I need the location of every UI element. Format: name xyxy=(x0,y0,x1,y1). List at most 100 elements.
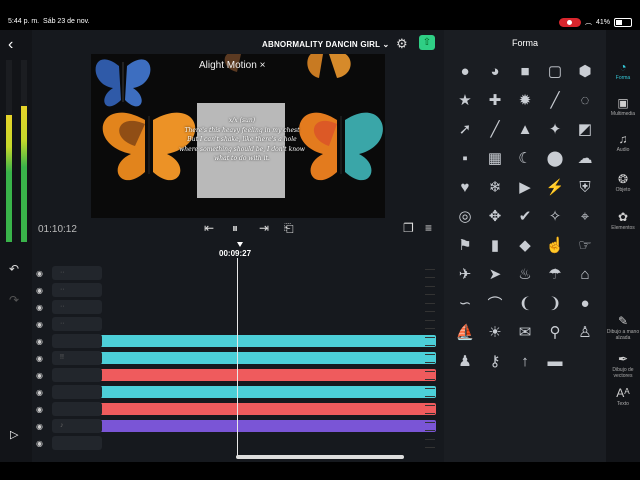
umbrella-icon[interactable]: ☂ xyxy=(545,264,565,284)
shield-icon[interactable]: ⛨ xyxy=(575,177,595,197)
layer-thumbnail[interactable]: ·· xyxy=(52,317,102,331)
layer-thumbnail[interactable] xyxy=(52,368,102,382)
nav-item[interactable]: ◔ Forma xyxy=(606,60,640,81)
snowflake-icon[interactable]: ❄ xyxy=(485,177,505,197)
bomb-icon[interactable]: ● xyxy=(575,293,595,313)
drag-handle-icon[interactable] xyxy=(425,371,435,380)
nav-item[interactable]: ❂ Objeto xyxy=(606,172,640,193)
square-burst-icon[interactable]: ✦ xyxy=(545,119,565,139)
star-icon[interactable]: ★ xyxy=(455,90,475,110)
stamp-icon[interactable]: ▦ xyxy=(485,148,505,168)
eye-icon[interactable]: ◉ xyxy=(36,439,43,448)
layer-thumbnail[interactable] xyxy=(52,402,102,416)
eye-icon[interactable]: ◉ xyxy=(36,303,43,312)
circle-icon[interactable]: ● xyxy=(455,61,475,81)
pie-icon[interactable]: ◕ xyxy=(485,61,505,81)
fire-icon[interactable]: ♨ xyxy=(515,264,535,284)
key-icon[interactable]: ⚷ xyxy=(485,351,505,371)
drag-handle-icon[interactable] xyxy=(425,405,435,414)
playhead-marker[interactable] xyxy=(237,242,243,247)
skip-start-icon[interactable]: ⇤ xyxy=(204,221,214,235)
export-button[interactable]: ⇧ xyxy=(419,35,435,50)
sailboat-icon[interactable]: ⛵ xyxy=(455,322,475,342)
heart-icon[interactable]: ♥ xyxy=(455,177,475,197)
undo-icon[interactable]: ↶ xyxy=(9,262,19,276)
redo-icon[interactable]: ↷ xyxy=(9,293,19,307)
eye-icon[interactable]: ◉ xyxy=(36,269,43,278)
magnifier-icon[interactable]: ⚲ xyxy=(545,322,565,342)
eye-icon[interactable]: ◉ xyxy=(36,337,43,346)
pin-icon[interactable]: ⌖ xyxy=(575,206,595,226)
nav-item[interactable]: ✒ Dibujo de vectores xyxy=(606,352,640,379)
laurel-right-icon[interactable]: ❩ xyxy=(545,293,565,313)
layer-thumbnail[interactable]: ♪ xyxy=(52,419,102,433)
diamond-icon[interactable]: ◆ xyxy=(515,235,535,255)
skip-end-icon[interactable]: ⇥ xyxy=(259,221,269,235)
cloud-icon[interactable]: ☁ xyxy=(575,148,595,168)
airplane-icon[interactable]: ✈ xyxy=(455,264,475,284)
layer-thumbnail[interactable]: !! xyxy=(52,351,102,365)
thumbs-up-icon[interactable]: ☝ xyxy=(545,235,565,255)
pause-icon[interactable]: ⏸ xyxy=(232,221,238,236)
nav-item[interactable]: ✿ Elementos xyxy=(606,210,640,231)
layer-clip[interactable] xyxy=(70,403,436,415)
person-icon[interactable]: ♙ xyxy=(575,322,595,342)
rocket-icon[interactable]: ↑ xyxy=(515,351,535,371)
triangle-cone-icon[interactable]: ▲ xyxy=(515,119,535,139)
layer-clip[interactable] xyxy=(70,420,436,432)
eye-icon[interactable]: ◉ xyxy=(36,354,43,363)
eye-icon[interactable]: ◉ xyxy=(36,320,43,329)
pencil-line-icon[interactable]: ╱ xyxy=(485,119,505,139)
flag-icon[interactable]: ⚑ xyxy=(455,235,475,255)
copy-icon[interactable]: ❐ xyxy=(403,221,414,235)
drag-handle-icon[interactable] xyxy=(425,269,435,278)
gear-icon[interactable]: ⚙ xyxy=(396,36,408,52)
arc-icon[interactable]: ◌ xyxy=(575,90,595,110)
laurel-left-icon[interactable]: ❨ xyxy=(515,293,535,313)
line-icon[interactable]: ╱ xyxy=(545,90,565,110)
drag-handle-icon[interactable] xyxy=(425,303,435,312)
eye-icon[interactable]: ◉ xyxy=(36,371,43,380)
eye-icon[interactable]: ◉ xyxy=(36,422,43,431)
play-icon[interactable]: ▶ xyxy=(515,177,535,197)
layer-thumbnail[interactable]: ·· xyxy=(52,283,102,297)
drag-handle-icon[interactable] xyxy=(425,422,435,431)
layer-thumbnail[interactable] xyxy=(52,334,102,348)
paper-plane-icon[interactable]: ➤ xyxy=(485,264,505,284)
bookmark-icon[interactable]: ⎗ xyxy=(284,221,294,236)
bookmark-icon[interactable]: ▮ xyxy=(485,235,505,255)
car-icon[interactable]: ▬ xyxy=(545,351,565,371)
back-chevron-icon[interactable]: ‹ xyxy=(8,36,13,54)
pointing-hand-icon[interactable]: ☞ xyxy=(575,235,595,255)
nav-item[interactable]: ▣ Multimedia xyxy=(606,96,640,117)
arrow-diagonal-icon[interactable]: ➚ xyxy=(455,119,475,139)
speech-bubble-icon[interactable]: ▪ xyxy=(455,148,475,168)
drag-handle-icon[interactable] xyxy=(425,354,435,363)
drag-handle-icon[interactable] xyxy=(425,388,435,397)
layer-thumbnail[interactable]: ·· xyxy=(52,266,102,280)
puzzle-icon[interactable]: ✥ xyxy=(485,206,505,226)
layer-thumbnail[interactable]: ·· xyxy=(52,300,102,314)
drop-icon[interactable]: ⬤ xyxy=(545,148,565,168)
layer-clip[interactable] xyxy=(70,386,436,398)
rounded-square-icon[interactable]: ▢ xyxy=(545,61,565,81)
menu-lines-icon[interactable]: ≡ xyxy=(425,221,432,235)
layer-clip[interactable] xyxy=(70,335,436,347)
drag-handle-icon[interactable] xyxy=(425,337,435,346)
lightning-icon[interactable]: ⚡ xyxy=(545,177,565,197)
drag-handle-icon[interactable] xyxy=(425,286,435,295)
eyebrow-icon[interactable]: ⌒ xyxy=(485,293,505,313)
drag-handle-icon[interactable] xyxy=(425,439,435,448)
drag-handle-icon[interactable] xyxy=(425,320,435,329)
sparkle-icon[interactable]: ✧ xyxy=(545,206,565,226)
check-icon[interactable]: ✔ xyxy=(515,206,535,226)
sun-icon[interactable]: ☀ xyxy=(485,322,505,342)
crescent-icon[interactable]: ☾ xyxy=(515,148,535,168)
nav-item[interactable]: ✎ Dibujo a mano alzada xyxy=(606,314,640,341)
playhead-line[interactable] xyxy=(237,258,238,458)
spiral-icon[interactable]: ◎ xyxy=(455,206,475,226)
layer-clip[interactable] xyxy=(70,369,436,381)
plus-icon[interactable]: ✚ xyxy=(485,90,505,110)
envelope-icon[interactable]: ✉ xyxy=(515,322,535,342)
star-round-icon[interactable]: ✹ xyxy=(515,90,535,110)
